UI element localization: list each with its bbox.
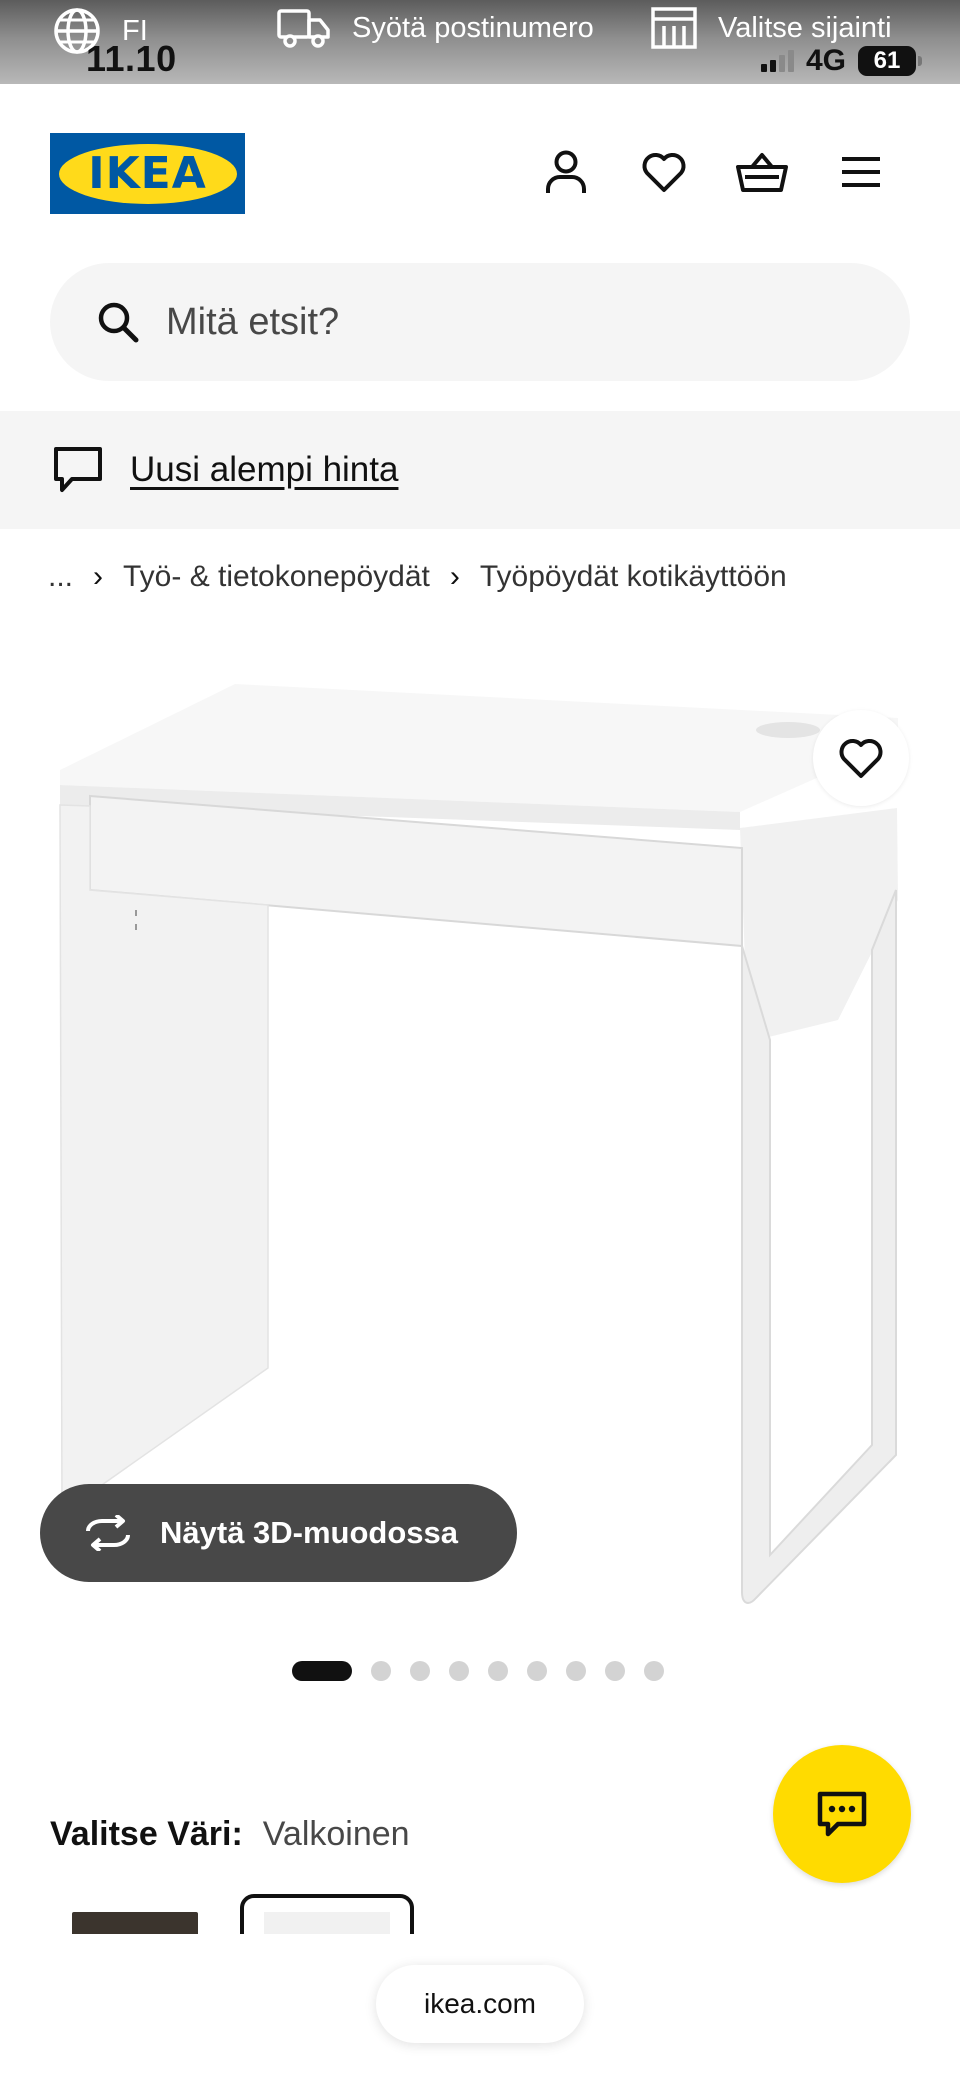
breadcrumb-item-home-desks[interactable]: Työpöydät kotikäyttöön — [480, 560, 787, 594]
color-swatch-white[interactable] — [240, 1894, 414, 1934]
page: FI Syötä postinumero Valitse sijainti 11… — [0, 0, 960, 2078]
carousel-indicator — [292, 1661, 664, 1681]
postcode-button[interactable]: Syötä postinumero — [276, 6, 594, 50]
menu-button[interactable] — [831, 142, 891, 202]
location-label: Valitse sijainti — [718, 11, 892, 44]
search-icon — [98, 302, 139, 343]
color-swatch-dark[interactable] — [72, 1912, 198, 1934]
carousel-dot[interactable] — [371, 1661, 391, 1681]
clock: 11.10 — [86, 38, 177, 79]
breadcrumb-item-desks[interactable]: Työ- & tietokonepöydät — [123, 560, 430, 594]
chevron-right-icon: › — [93, 560, 104, 593]
color-label: Valitse Väri: — [50, 1815, 243, 1853]
browser-url-bar[interactable]: ikea.com — [376, 1965, 584, 2043]
carousel-dot[interactable] — [292, 1661, 352, 1681]
carousel-dot[interactable] — [410, 1661, 430, 1681]
chevron-right-icon: › — [449, 560, 460, 593]
breadcrumb: ... › Työ- & tietokonepöydät › Työpöydät… — [48, 560, 787, 594]
heart-icon — [642, 153, 686, 192]
account-icon — [546, 150, 586, 193]
menu-icon — [842, 157, 880, 187]
desk-left-leg — [59, 804, 269, 1515]
basket-icon — [736, 153, 788, 192]
delivery-truck-icon — [277, 9, 330, 48]
cable-hole — [756, 722, 820, 738]
store-icon — [651, 7, 697, 49]
battery-level: 61 — [873, 47, 901, 74]
heart-icon — [839, 739, 883, 778]
url-text: ikea.com — [423, 1988, 537, 2019]
account-button[interactable] — [536, 142, 596, 202]
logo-text: IKEA — [88, 148, 207, 199]
add-to-favourites-button[interactable] — [813, 710, 909, 806]
status-bar: FI Syötä postinumero Valitse sijainti 11… — [0, 0, 960, 84]
speech-bubble-icon — [54, 447, 102, 492]
search-bar[interactable] — [50, 263, 910, 381]
carousel-dot[interactable] — [566, 1661, 586, 1681]
network-label: 4G — [805, 44, 846, 77]
signal-icon — [760, 50, 794, 72]
basket-button[interactable] — [732, 142, 792, 202]
color-swatches — [0, 1888, 960, 1934]
logo-oval: IKEA — [58, 143, 237, 204]
selected-color: Valkoinen — [262, 1815, 410, 1853]
chat-button[interactable] — [773, 1745, 911, 1883]
ikea-logo[interactable]: IKEA — [50, 133, 245, 214]
system-indicators: 4G 61 — [760, 44, 922, 78]
promo-banner: Uusi alempi hinta — [0, 411, 960, 529]
rotate-3d-icon — [86, 1515, 130, 1551]
chat-icon — [817, 1791, 867, 1837]
new-lower-price-link[interactable]: Uusi alempi hinta — [130, 450, 398, 490]
view-3d-button[interactable]: Näytä 3D-muodossa — [40, 1484, 517, 1582]
carousel-dot[interactable] — [605, 1661, 625, 1681]
view-3d-label: Näytä 3D-muodossa — [160, 1515, 459, 1550]
favourites-button[interactable] — [634, 142, 694, 202]
carousel-dot[interactable] — [449, 1661, 469, 1681]
carousel-dot[interactable] — [488, 1661, 508, 1681]
search-input[interactable] — [166, 300, 806, 344]
breadcrumb-ellipsis[interactable]: ... — [48, 560, 73, 594]
postcode-label: Syötä postinumero — [352, 11, 594, 44]
carousel-dot[interactable] — [644, 1661, 664, 1681]
carousel-dot[interactable] — [527, 1661, 547, 1681]
product-image[interactable] — [0, 660, 960, 1620]
color-chooser: Valitse Väri: Valkoinen — [50, 1815, 410, 1854]
battery-icon: 61 — [858, 46, 922, 76]
